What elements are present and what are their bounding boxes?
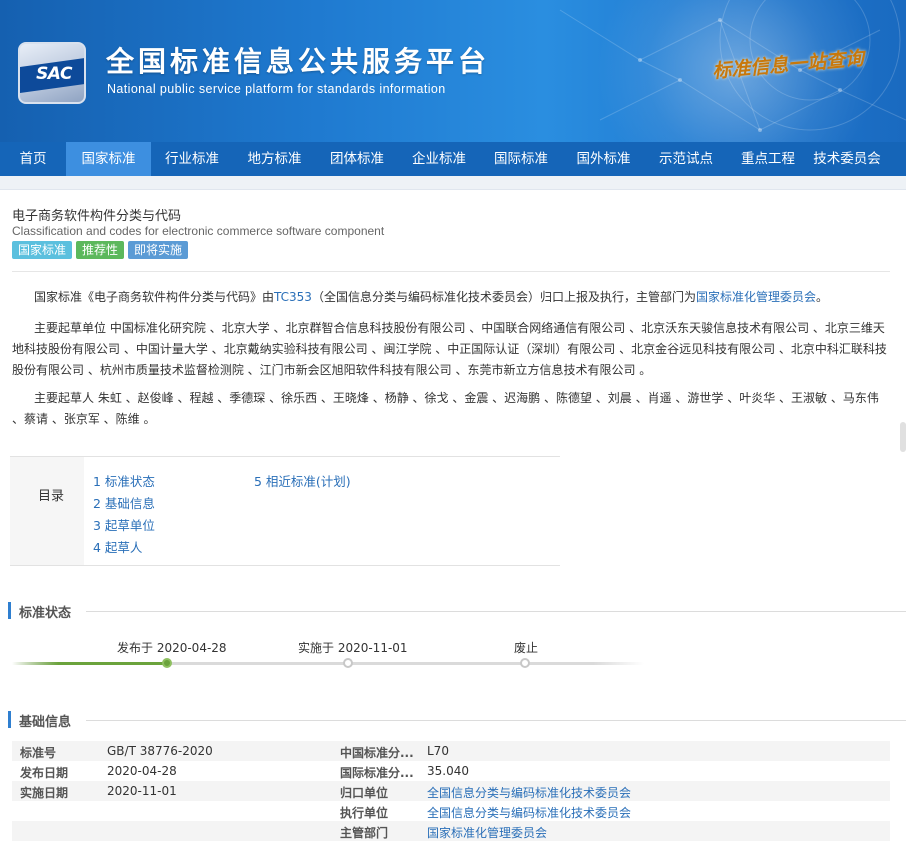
toc-item-drafting-units[interactable]: 3 起草单位 — [93, 515, 155, 534]
field-label-competent-dept: 主管部门 — [340, 826, 389, 840]
milestone-effective-dot — [343, 658, 353, 668]
logo-text: SAC — [36, 64, 72, 84]
section-accent-bar — [8, 602, 11, 619]
toc-label-cell: 目录 — [10, 457, 84, 565]
table-of-contents: 目录 1 标准状态 2 基础信息 3 起草单位 4 起草人 5 相近标准(计划) — [10, 456, 560, 566]
field-label-executing-unit: 执行单位 — [340, 806, 389, 820]
milestone-published-label: 发布于 2020-04-28 — [117, 641, 227, 655]
basic-info-section-title: 基础信息 — [19, 715, 72, 730]
nav-item-foreign-standards[interactable]: 国外标准 — [562, 142, 645, 176]
milestone-abolished-dot — [520, 658, 530, 668]
field-value-ics: 35.040 — [427, 764, 469, 778]
site-title: 全国标准信息公共服务平台 — [106, 45, 491, 78]
nav-item-enterprise-standards[interactable]: 企业标准 — [398, 142, 480, 176]
field-label-standard-number: 标准号 — [20, 746, 57, 760]
summary-middle: （全国信息分类与编码标准化技术委员会）归口上报及执行，主管部门为 — [311, 290, 696, 304]
basic-info-section-header: 基础信息 — [0, 709, 906, 731]
summary-paragraph-drafters: 主要起草人 朱虹 、赵俊峰 、程越 、季德琛 、徐乐西 、王晓烽 、杨静 、徐戈… — [12, 391, 879, 426]
field-label-ccs: 中国标准分... — [340, 746, 414, 760]
toc-item-similar-standards[interactable]: 5 相近标准(计划) — [254, 471, 351, 490]
badge-upcoming: 即将实施 — [128, 241, 189, 259]
title-divider — [12, 271, 890, 272]
toc-item-status[interactable]: 1 标准状态 — [93, 471, 155, 490]
nav-item-pilot-demo[interactable]: 示范试点 — [645, 142, 727, 176]
nav-subbar — [0, 176, 906, 190]
status-badges: 国家标准 推荐性 即将实施 — [12, 241, 189, 259]
site-header: SAC 全国标准信息公共服务平台 National public service… — [0, 0, 906, 142]
sac-logo[interactable]: SAC — [18, 42, 86, 104]
field-value-ccs: L70 — [427, 744, 449, 758]
field-value-standard-number: GB/T 38776-2020 — [107, 744, 213, 758]
section-rule — [86, 611, 906, 612]
field-value-effective-date: 2020-11-01 — [107, 784, 177, 798]
field-label-ics: 国际标准分... — [340, 766, 414, 780]
nav-item-international-standards[interactable]: 国际标准 — [480, 142, 562, 176]
field-label-effective-date: 实施日期 — [20, 786, 69, 800]
site-subtitle: National public service platform for sta… — [107, 82, 446, 96]
badge-recommended: 推荐性 — [76, 241, 125, 259]
standard-title-cn: 电子商务软件构件分类与代码 — [12, 209, 182, 224]
nav-item-industry-standards[interactable]: 行业标准 — [151, 142, 233, 176]
status-section-title: 标准状态 — [19, 606, 72, 621]
summary-suffix: 。 — [815, 290, 828, 304]
nav-item-local-standards[interactable]: 地方标准 — [233, 142, 316, 176]
standard-title-en: Classification and codes for electronic … — [12, 224, 385, 238]
toc-item-basic-info[interactable]: 2 基础信息 — [93, 493, 155, 512]
section-accent-bar — [8, 711, 11, 728]
field-label-responsible-unit: 归口单位 — [340, 786, 389, 800]
tc-link[interactable]: TC353 — [274, 290, 312, 304]
nav-item-home[interactable]: 首页 — [0, 142, 66, 176]
badge-national-standard: 国家标准 — [12, 241, 73, 259]
nav-item-national-standards[interactable]: 国家标准 — [66, 142, 151, 176]
milestone-published-dot — [162, 658, 172, 668]
scrollbar-thumb[interactable] — [900, 422, 906, 452]
milestone-effective-label: 实施于 2020-11-01 — [298, 641, 408, 655]
status-section-header: 标准状态 — [0, 600, 906, 622]
nav-item-tech-committees[interactable]: 技术委员会 — [809, 142, 885, 176]
main-nav: 首页 国家标准 行业标准 地方标准 团体标准 企业标准 国际标准 国外标准 示范… — [0, 142, 906, 176]
section-rule — [86, 720, 906, 721]
nav-item-key-projects[interactable]: 重点工程 — [727, 142, 809, 176]
field-value-executing-unit[interactable]: 全国信息分类与编码标准化技术委员会 — [427, 804, 631, 821]
milestone-abolished-label: 废止 — [514, 641, 539, 655]
dept-link[interactable]: 国家标准化管理委员会 — [696, 290, 816, 304]
summary-paragraph-committee: 国家标准《电子商务软件构件分类与代码》由TC353（全国信息分类与编码标准化技术… — [12, 287, 888, 308]
toc-label: 目录 — [38, 489, 65, 504]
summary-prefix: 国家标准《电子商务软件构件分类与代码》由 — [34, 290, 275, 304]
field-value-publish-date: 2020-04-28 — [107, 764, 177, 778]
field-value-competent-dept[interactable]: 国家标准化管理委员会 — [427, 824, 547, 841]
summary-paragraph-drafting-units: 主要起草单位 中国标准化研究院 、北京大学 、北京群智合信息科技股份有限公司 、… — [12, 321, 887, 377]
field-value-responsible-unit[interactable]: 全国信息分类与编码标准化技术委员会 — [427, 784, 631, 801]
timeline-progress — [12, 662, 167, 665]
toc-item-drafters[interactable]: 4 起草人 — [93, 537, 142, 556]
field-label-publish-date: 发布日期 — [20, 766, 69, 780]
nav-item-group-standards[interactable]: 团体标准 — [316, 142, 398, 176]
